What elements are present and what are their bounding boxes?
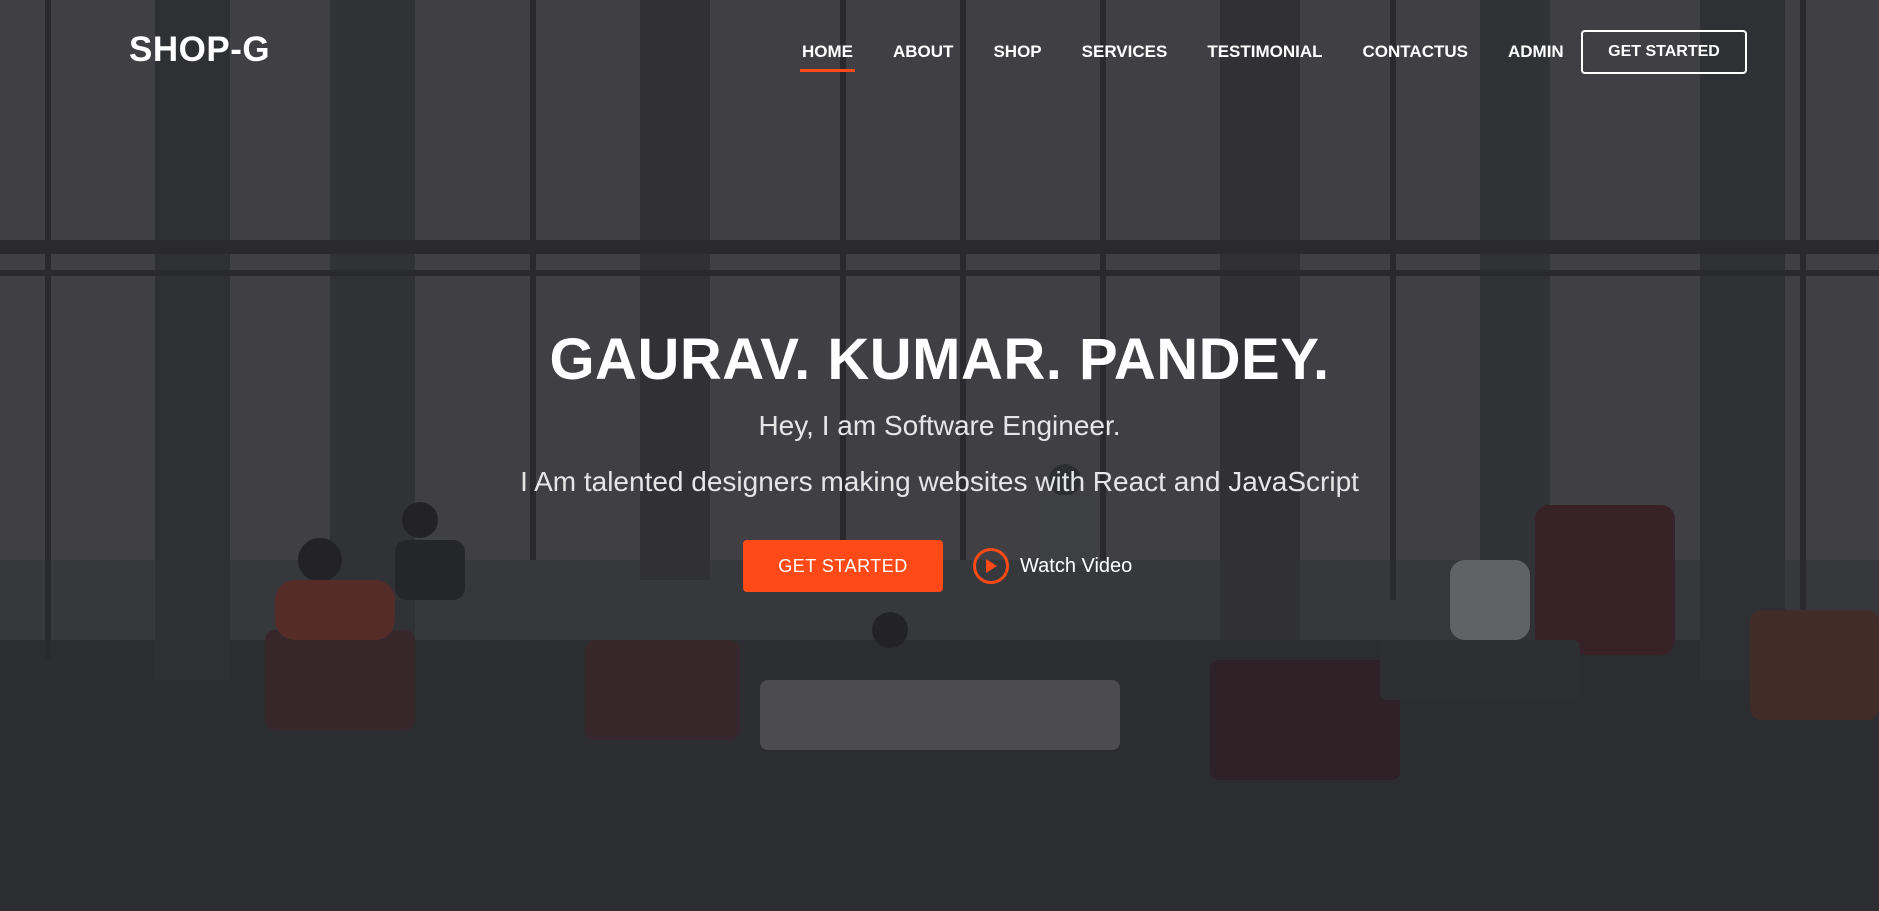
play-triangle-icon — [986, 559, 997, 573]
header-get-started-button[interactable]: GET STARTED — [1581, 30, 1747, 74]
site-logo[interactable]: SHOP-G — [129, 30, 270, 70]
site-header: SHOP-G HOME ABOUT SHOP SERVICES TESTIMON… — [0, 0, 1879, 106]
nav-item-about[interactable]: ABOUT — [893, 42, 953, 62]
hero-section: SHOP-G HOME ABOUT SHOP SERVICES TESTIMON… — [0, 0, 1879, 911]
hero-actions: GET STARTED Watch Video — [743, 540, 1132, 592]
nav-item-shop[interactable]: SHOP — [993, 42, 1041, 62]
hero-subtitle: Hey, I am Software Engineer. — [758, 410, 1121, 441]
hero-description: I Am talented designers making websites … — [520, 466, 1359, 497]
play-icon[interactable] — [973, 548, 1009, 584]
nav-item-admin[interactable]: ADMIN — [1508, 42, 1564, 62]
watch-video-link[interactable]: Watch Video — [973, 548, 1132, 584]
nav-item-home[interactable]: HOME — [800, 42, 855, 72]
watch-video-label[interactable]: Watch Video — [1020, 555, 1132, 578]
hero-get-started-button[interactable]: GET STARTED — [743, 540, 943, 592]
nav-item-services[interactable]: SERVICES — [1082, 42, 1168, 62]
main-nav: HOME ABOUT SHOP SERVICES TESTIMONIAL CON… — [800, 42, 1604, 72]
nav-item-testimonial[interactable]: TESTIMONIAL — [1207, 42, 1322, 62]
nav-item-contactus[interactable]: CONTACTUS — [1363, 42, 1468, 62]
hero-title: GAURAV. KUMAR. PANDEY. — [549, 327, 1330, 392]
hero-content: GAURAV. KUMAR. PANDEY. Hey, I am Softwar… — [0, 325, 1879, 501]
